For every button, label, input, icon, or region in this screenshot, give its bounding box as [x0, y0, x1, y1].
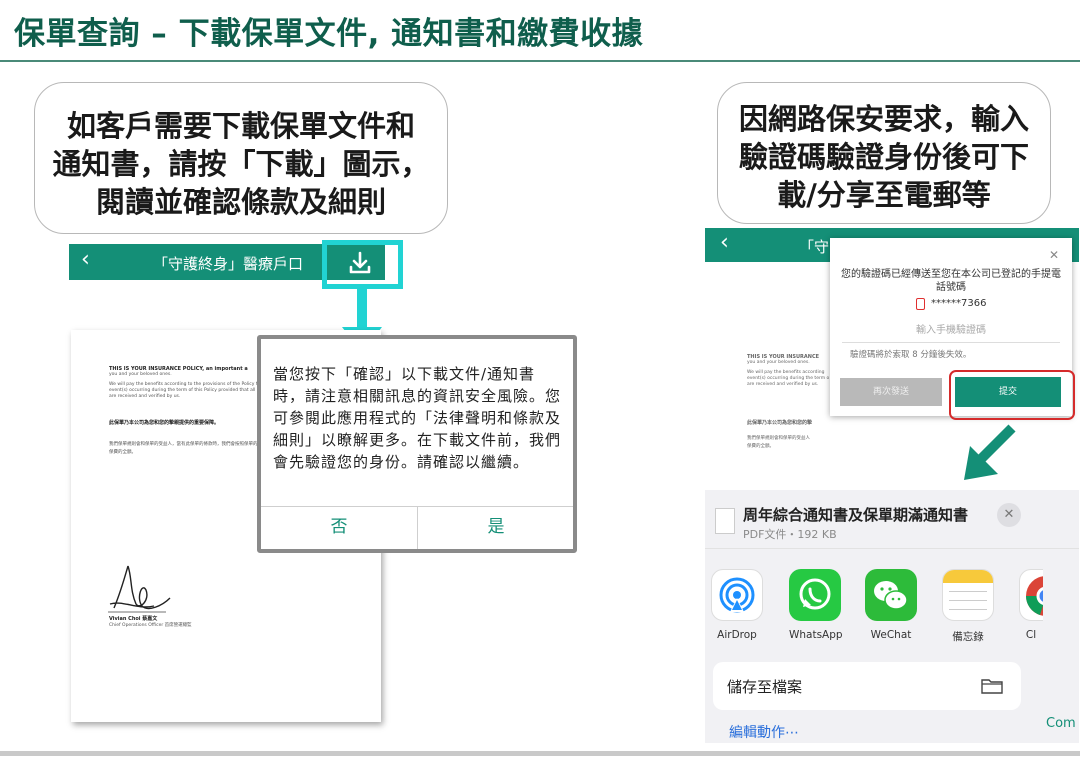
signature-icon: [108, 565, 171, 613]
doc-line: 我們保單規則會和保單的受益人: [747, 436, 810, 441]
doc-line: 保費的全額。: [747, 444, 774, 449]
wechat-icon: [865, 569, 917, 621]
doc-line: you and your beloved ones.: [109, 372, 172, 377]
edit-actions-link[interactable]: 編輯動作⋯: [729, 722, 799, 742]
header-title: 「守: [799, 238, 830, 256]
footer-divider: [0, 751, 1080, 756]
dialog-message: 當您按下「確認」以下載文件/通知書時，請注意相關訊息的資訊安全風險。您可參閱此應…: [273, 365, 562, 471]
signer-name: Vivian Choi 蔡嘉文: [109, 616, 158, 622]
callout-line: 閱讀並確認條款及細則: [95, 185, 386, 219]
submit-highlight-frame: [949, 370, 1075, 420]
chrome-icon: [1019, 569, 1043, 621]
otp-input[interactable]: 輸入手機驗證碼: [842, 320, 1060, 343]
whatsapp-icon: [789, 569, 841, 621]
callout-line: 通知書，請按「下載」圖示，: [52, 147, 430, 181]
folder-icon: [981, 679, 1003, 694]
doc-line: are received and verified by us.: [109, 394, 181, 399]
callout-line: 驗證碼驗證身份後可下: [738, 140, 1029, 174]
share-app-wechat[interactable]: WeChat: [865, 569, 917, 641]
file-title: 周年綜合通知書及保單期滿通知書: [743, 506, 969, 524]
app-label: AirDrop: [717, 629, 757, 641]
masked-phone-number: ******7366: [931, 298, 987, 309]
share-app-chrome[interactable]: Cl: [1019, 569, 1043, 641]
doc-line: you and your beloved ones.: [747, 360, 810, 365]
doc-line: 此保單乃本公司為您和您的摯: [747, 420, 813, 426]
close-icon[interactable]: ✕: [997, 503, 1021, 527]
share-app-airdrop[interactable]: AirDrop: [711, 569, 763, 641]
resend-button[interactable]: 再次發送: [840, 378, 942, 406]
title-divider: [0, 60, 1080, 62]
doc-line: 此保單乃本公司為您和您的摯親提供的重要保障。: [109, 420, 220, 426]
callout-download-instruction: 如客戶需要下載保單文件和 通知書，請按「下載」圖示， 閱讀並確認條款及細則: [34, 82, 448, 234]
phone-icon: [916, 298, 925, 310]
file-meta: PDF文件・192 KB: [743, 528, 837, 541]
otp-expiry-note: 驗證碼將於索取 8 分鐘後失效。: [850, 350, 972, 360]
save-to-files-label: 儲存至檔案: [727, 678, 803, 696]
share-app-whatsapp[interactable]: WhatsApp: [789, 569, 843, 641]
close-icon[interactable]: ✕: [1049, 248, 1059, 262]
page-title: 保單查詢 – 下載保單文件, 通知書和繳費收據: [14, 16, 644, 52]
share-app-notes[interactable]: 備忘錄: [942, 569, 994, 644]
header-title: 「守護終身」醫療戶口: [153, 255, 304, 273]
callout-line: 載/分享至電郵等: [777, 178, 991, 212]
footer-text: Com: [1046, 716, 1076, 731]
doc-line: are received and verified by us.: [747, 382, 819, 387]
callout-line: 如客戶需要下載保單文件和: [66, 109, 415, 143]
share-sheet-header: 周年綜合通知書及保單期滿通知書 PDF文件・192 KB ✕: [705, 490, 1079, 549]
pdf-file-icon: [715, 508, 735, 534]
otp-message: 您的驗證碼已經傳送至您在本公司已登記的手提電話號碼: [841, 269, 1061, 293]
app-label: WhatsApp: [789, 629, 843, 641]
cancel-button[interactable]: 否: [261, 506, 417, 549]
confirm-button[interactable]: 是: [418, 506, 574, 549]
airdrop-icon: [711, 569, 763, 621]
chevron-left-icon[interactable]: ‹: [81, 247, 90, 272]
app-label: Cl: [1025, 629, 1037, 641]
doc-line: 保費的全額。: [109, 450, 136, 455]
download-highlight-frame: [322, 240, 403, 289]
chevron-left-icon[interactable]: ‹: [720, 230, 729, 255]
notes-icon: [942, 569, 994, 621]
callout-line: 因網路保安要求，輸入: [738, 102, 1029, 136]
signer-title: Chief Operations Officer 首席營運總監: [109, 623, 192, 628]
callout-verification-instruction: 因網路保安要求，輸入 驗證碼驗證身份後可下 載/分享至電郵等: [717, 82, 1051, 224]
save-to-files-row[interactable]: 儲存至檔案: [713, 662, 1021, 710]
app-label: WeChat: [870, 629, 912, 641]
pointer-arrow-icon: [964, 424, 1016, 480]
doc-line: 我們保單規則會和保單的受益人，當有此保單的條款時，我們會按照保單的條: [109, 442, 262, 447]
download-confirm-dialog: 當您按下「確認」以下載文件/通知書時，請注意相關訊息的資訊安全風險。您可參閱此應…: [257, 335, 577, 553]
share-sheet: 周年綜合通知書及保單期滿通知書 PDF文件・192 KB ✕ AirDrop W…: [705, 490, 1079, 743]
app-label: 備忘錄: [952, 631, 984, 643]
